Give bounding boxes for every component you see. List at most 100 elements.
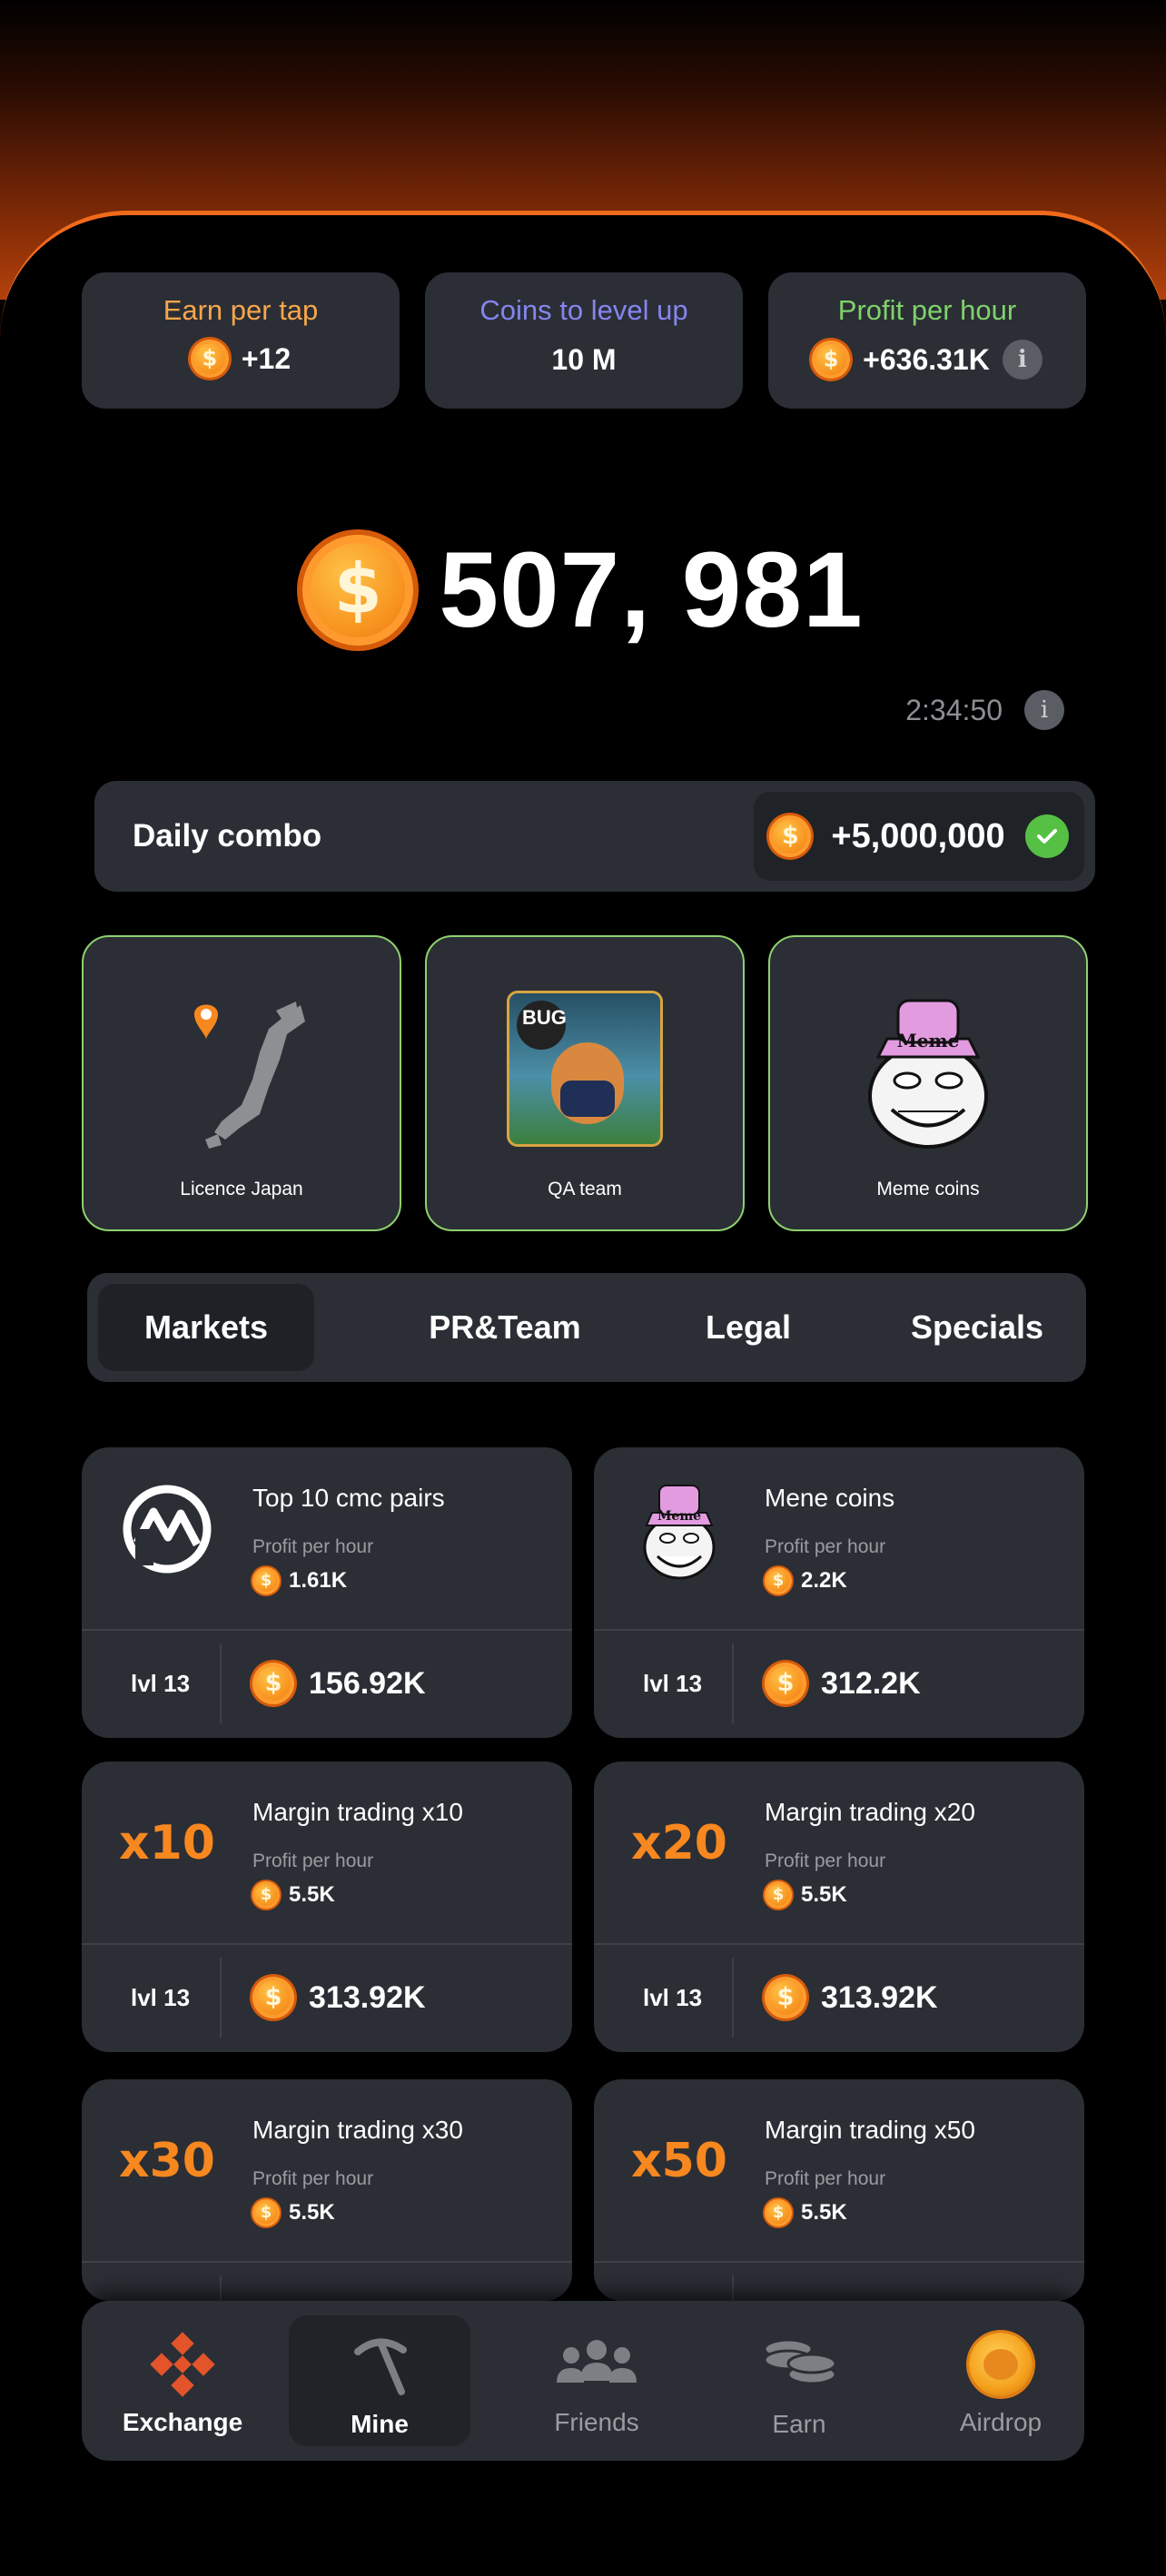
multiplier-icon: x50 [631,2134,727,2188]
upgrade-card[interactable]: Meme Mene coins Profit per hour 2.2K lvl… [594,1447,1084,1738]
upgrade-level: lvl 13 [131,1670,191,1697]
upgrade-name: Margin trading x50 [765,2116,975,2144]
meme-hat-text: Meme [657,1509,702,1524]
profit-per-hour-label: Profit per hour [765,1851,886,1871]
upgrade-name: Margin trading x10 [252,1798,463,1826]
tab-markets[interactable]: Markets [98,1284,314,1371]
category-tabs: Markets PR&Team Legal Specials [87,1273,1086,1382]
coin-icon [765,1881,792,1909]
upgrade-cost: 313.92K [821,1979,938,2015]
hamster-goalkeeper-image: BUG [507,991,663,1147]
nav-label: Airdrop [959,2408,1042,2436]
profit-per-hour-label: Profit per hour [837,294,1017,326]
upgrade-profit: 2.2K [801,1568,847,1593]
profit-per-hour-value: +636.31K [863,342,990,376]
profit-per-hour-label: Profit per hour [252,2168,374,2189]
bottom-nav: Exchange Mine Friends Earn Airdrop [82,2301,1084,2461]
divider [732,1643,734,1723]
divider [220,2275,222,2301]
coinmarketcap-icon [104,1475,231,1584]
divider [82,1629,572,1631]
nav-label: Mine [351,2410,409,2438]
upgrade-level: lvl 13 [643,1984,703,2011]
profit-per-hour-card[interactable]: Profit per hour +636.31K i [768,272,1086,409]
balance: 507, 981 [0,527,1166,654]
daily-combo-reward: +5,000,000 [754,792,1084,881]
multiplier-icon: x20 [631,1816,727,1870]
nav-exchange[interactable]: Exchange [92,2301,273,2461]
nav-airdrop[interactable]: Airdrop [910,2301,1092,2461]
upgrade-profit: 5.5K [289,1882,335,1907]
nav-label: Friends [554,2408,639,2436]
upgrade-profit: 5.5K [289,2200,335,2225]
pickaxe-icon [289,2330,470,2403]
info-icon[interactable]: i [1024,690,1064,730]
japan-map-icon [84,964,400,1173]
divider [82,2261,572,2263]
coin-icon [765,1663,806,1704]
jersey-image [560,1081,615,1117]
profit-per-hour-label: Profit per hour [252,1851,374,1871]
earn-per-tap-label: Earn per tap [163,294,319,326]
profit-per-hour-label: Profit per hour [765,1536,886,1557]
upgrade-card[interactable]: x30 Margin trading x30 Profit per hour 5… [82,2079,572,2301]
upgrade-profit: 5.5K [801,2200,847,2225]
earn-per-tap-card: Earn per tap +12 [82,272,400,409]
daily-combo[interactable]: Daily combo +5,000,000 [94,781,1095,892]
bug-text: BUG [522,1006,567,1029]
divider [594,1943,1084,1945]
upgrade-name: Top 10 cmc pairs [252,1484,445,1512]
upgrade-level: lvl 13 [643,1670,703,1697]
coin-icon [765,2199,792,2226]
divider [594,2261,1084,2263]
coins-to-level-up-card: Coins to level up 10 M [425,272,743,409]
combo-card-meme-coins[interactable]: Meme Meme coins [768,935,1088,1231]
coin-icon [302,535,414,646]
coins-to-level-up-label: Coins to level up [479,294,688,326]
combo-card-licence-japan[interactable]: Licence Japan [82,935,401,1231]
coin-icon [765,1567,792,1594]
upgrade-cost: 156.92K [309,1665,426,1701]
upgrade-card[interactable]: x50 Margin trading x50 Profit per hour 5… [594,2079,1084,2301]
airdrop-icon [910,2328,1092,2401]
nav-mine[interactable]: Mine [289,2315,470,2446]
coin-icon [252,1881,280,1909]
nav-label: Exchange [122,2408,243,2436]
balance-value: 507, 981 [439,530,864,650]
exchange-icon [92,2328,273,2401]
coin-icon [765,1977,806,2018]
daily-combo-title: Daily combo [133,818,322,854]
daily-combo-amount: +5,000,000 [831,816,1005,855]
combo-card-qa-team[interactable]: BUG QA team [425,935,745,1231]
coins-to-level-up-value: 10 M [551,343,617,376]
meme-icon: Meme [616,1475,743,1584]
upgrade-name: Margin trading x20 [765,1798,975,1826]
upgrade-name: Margin trading x30 [252,2116,463,2144]
timer-value: 2:34:50 [905,693,1003,726]
upgrade-profit: 1.61K [289,1568,348,1593]
tab-specials[interactable]: Specials [886,1284,1068,1371]
info-icon[interactable]: i [1002,340,1042,380]
nav-earn[interactable]: Earn [708,2301,890,2461]
nav-label: Earn [772,2410,826,2438]
profit-per-hour-label: Profit per hour [252,1536,374,1557]
upgrade-cost: 313.92K [309,1979,426,2015]
nav-friends[interactable]: Friends [506,2301,687,2461]
tab-legal[interactable]: Legal [685,1284,812,1371]
coin-icon [252,2199,280,2226]
upgrade-card[interactable]: Top 10 cmc pairs Profit per hour 1.61K l… [82,1447,572,1738]
coin-icon [190,340,229,378]
upgrade-name: Mene coins [765,1484,895,1512]
tab-pr-team[interactable]: PR&Team [414,1284,596,1371]
divider [732,2275,734,2301]
qa-team-picture: BUG [427,964,743,1173]
coins-stack-icon [708,2328,890,2401]
upgrade-card[interactable]: x10 Margin trading x10 Profit per hour 5… [82,1762,572,2052]
earn-per-tap-value: +12 [241,341,292,375]
combo-card-caption: QA team [548,1179,622,1199]
upgrade-cost: 312.2K [821,1665,921,1701]
meme-hat-text: Meme [896,1030,960,1051]
divider [594,1629,1084,1631]
upgrade-card[interactable]: x20 Margin trading x20 Profit per hour 5… [594,1762,1084,2052]
divider [732,1958,734,2038]
